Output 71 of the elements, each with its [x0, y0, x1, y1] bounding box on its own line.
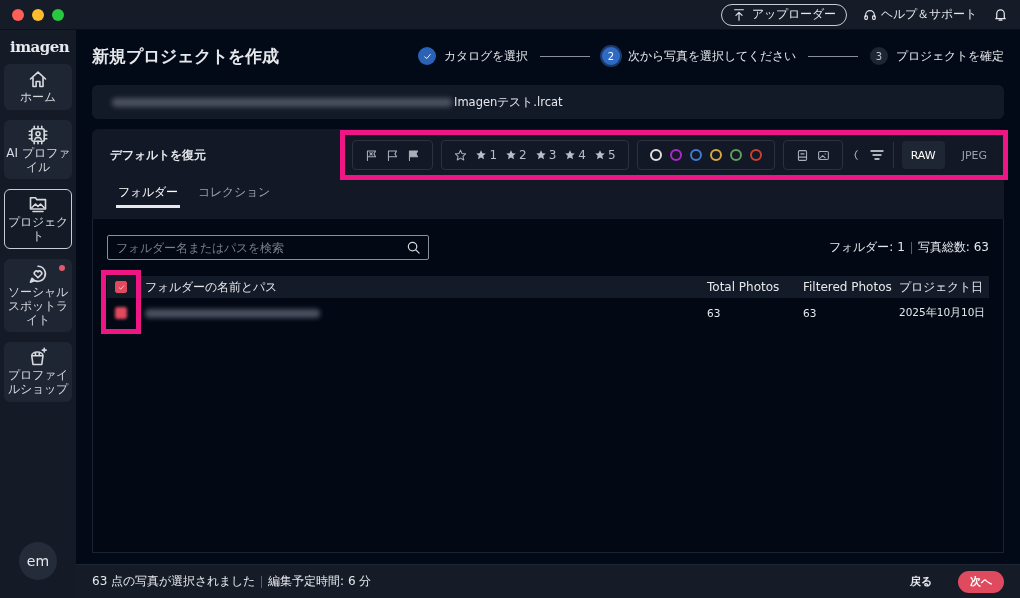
- star-outline-icon: [454, 148, 468, 162]
- star-icon: [475, 149, 488, 161]
- color-label-circle[interactable]: [689, 149, 702, 161]
- flag-outline-icon: [386, 148, 400, 162]
- column-header: Filtered Photos: [803, 280, 893, 294]
- flag-filled-icon: [407, 148, 421, 162]
- flag-x-icon: [365, 148, 379, 162]
- filter-lines-icon: [868, 147, 885, 163]
- star-rating-filter[interactable]: 4: [564, 148, 586, 162]
- restore-defaults-link[interactable]: デフォルトを復元: [110, 147, 206, 163]
- sidebar-item[interactable]: ホーム: [4, 64, 72, 110]
- estimated-time: 編集予定時間: 6 分: [268, 573, 372, 590]
- image-folder-icon: [28, 194, 48, 215]
- column-header: フォルダーの名前とパス: [145, 278, 278, 296]
- step-label: 次から写真を選択してください: [628, 48, 796, 64]
- star-rating-filter[interactable]: 1: [475, 148, 498, 162]
- notification-bell-icon: [993, 7, 1008, 22]
- back-button[interactable]: 戻る: [904, 573, 938, 590]
- file-format-toggle[interactable]: RAW: [901, 141, 945, 169]
- star-icon: [594, 149, 606, 161]
- row-checkbox[interactable]: [115, 307, 127, 319]
- color-label-circle[interactable]: [729, 149, 742, 161]
- star-icon: [534, 149, 547, 161]
- color-label-circle[interactable]: [749, 149, 762, 161]
- star-rating-filter[interactable]: 5: [594, 148, 616, 162]
- star-rating-filter[interactable]: 2: [505, 148, 527, 162]
- minimize-window-button[interactable]: [32, 8, 44, 21]
- help-support-link[interactable]: ヘルプ＆サポート: [863, 7, 977, 22]
- folder-count: フォルダー: 1: [829, 239, 905, 256]
- table-cell-text: 2025年10月10日: [899, 306, 987, 320]
- heart-bubble-icon: [28, 264, 48, 284]
- column-header: Total Photos: [707, 280, 781, 294]
- step-indicator: 3: [870, 47, 888, 65]
- catalog-file-name: Imagenテスト.lrcat: [454, 94, 563, 110]
- tab[interactable]: フォルダー: [116, 181, 180, 208]
- search-icon: [406, 240, 421, 255]
- selection-status: 63 点の写真が選択されました: [92, 573, 256, 590]
- search-field[interactable]: フォルダー名またはパスを検索: [107, 235, 429, 260]
- file-format-toggle[interactable]: JPEG: [952, 141, 996, 169]
- landscape-image-icon: [816, 148, 830, 162]
- user-avatar[interactable]: em: [19, 542, 57, 580]
- select-all-checkbox[interactable]: [115, 281, 127, 293]
- table-cell-text: 63: [803, 307, 818, 319]
- star-icon: [505, 149, 518, 161]
- photo-count: 写真総数: 63: [917, 239, 989, 256]
- headset-icon: [863, 7, 877, 22]
- column-header: プロジェクト日: [899, 278, 984, 296]
- portrait-image-icon: [795, 148, 809, 162]
- step-label: プロジェクトを確定: [896, 48, 1004, 64]
- star-rating-filter[interactable]: 3: [534, 148, 557, 162]
- chip-person-icon: [28, 124, 48, 145]
- sidebar-item[interactable]: AI プロファイル: [4, 119, 72, 180]
- step-indicator: 2: [602, 47, 620, 65]
- basket-sparkle-icon: [28, 347, 48, 368]
- app-logo: imagen: [10, 38, 70, 56]
- step-label: カタログを選択: [444, 48, 528, 64]
- star-icon: [564, 149, 577, 161]
- next-button[interactable]: 次へ: [958, 570, 1004, 593]
- sidebar-item[interactable]: プロジェクト: [4, 189, 72, 249]
- color-label-circle[interactable]: [669, 149, 682, 161]
- color-label-circle[interactable]: [709, 149, 722, 161]
- home-icon: [28, 69, 48, 89]
- upload-icon: [732, 7, 746, 22]
- tab[interactable]: コレクション: [196, 181, 272, 208]
- sidebar-item[interactable]: ソーシャルスポットライト: [4, 259, 72, 333]
- table-cell-text: 63: [707, 307, 722, 319]
- close-window-button[interactable]: [12, 8, 24, 21]
- check-icon: [116, 282, 126, 292]
- zoom-window-button[interactable]: [52, 8, 64, 21]
- page-title: 新規プロジェクトを作成: [92, 44, 279, 68]
- sidebar-item[interactable]: プロファイルショップ: [4, 342, 72, 402]
